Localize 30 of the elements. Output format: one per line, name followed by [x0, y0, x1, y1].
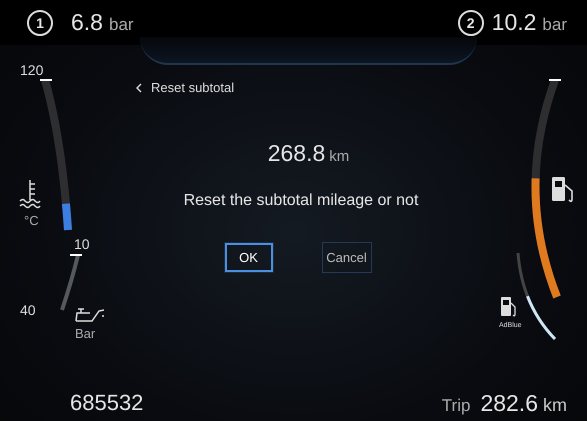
trip-distance: 282.6	[480, 390, 538, 416]
fuel-pump-icon	[501, 297, 516, 316]
distance-unit: km	[329, 148, 350, 165]
odometer-reading: 685532	[70, 390, 144, 416]
pressure-unit: bar	[542, 15, 567, 35]
oil-can-icon	[75, 308, 105, 322]
back-button[interactable]: Reset subtotal	[135, 80, 234, 95]
pressure-value: 10.2	[492, 9, 536, 36]
trip-label: Trip	[442, 396, 470, 416]
dialog-button[interactable]: Cancel	[322, 242, 372, 273]
gauge-tick	[70, 254, 82, 256]
fuel-pump-icon	[552, 177, 573, 202]
oil-pressure-gauge-track	[60, 254, 80, 311]
dialog-message: Reset the subtotal mileage or not	[184, 192, 418, 210]
gauge-tick	[549, 79, 561, 81]
chevron-left-icon	[135, 82, 143, 92]
gauge-min-label: 40	[20, 302, 36, 318]
temperature-unit: °C	[24, 213, 39, 228]
brake-circuit-icon: 2	[458, 10, 484, 36]
subtotal-distance: 268.8	[268, 140, 326, 167]
dialog-button[interactable]: OK	[224, 242, 274, 273]
coolant-temperature-icon	[19, 179, 41, 208]
gauge-max-label: 120	[20, 62, 44, 78]
brake-circuit-icon: 1	[27, 10, 53, 36]
gauge-tick	[40, 79, 52, 81]
trip-unit: km	[543, 394, 567, 416]
oil-pressure-unit: Bar	[75, 326, 96, 341]
pressure-unit: bar	[108, 15, 134, 35]
gauge-max-label: 10	[74, 236, 90, 252]
pressure-value: 6.8	[71, 9, 103, 36]
